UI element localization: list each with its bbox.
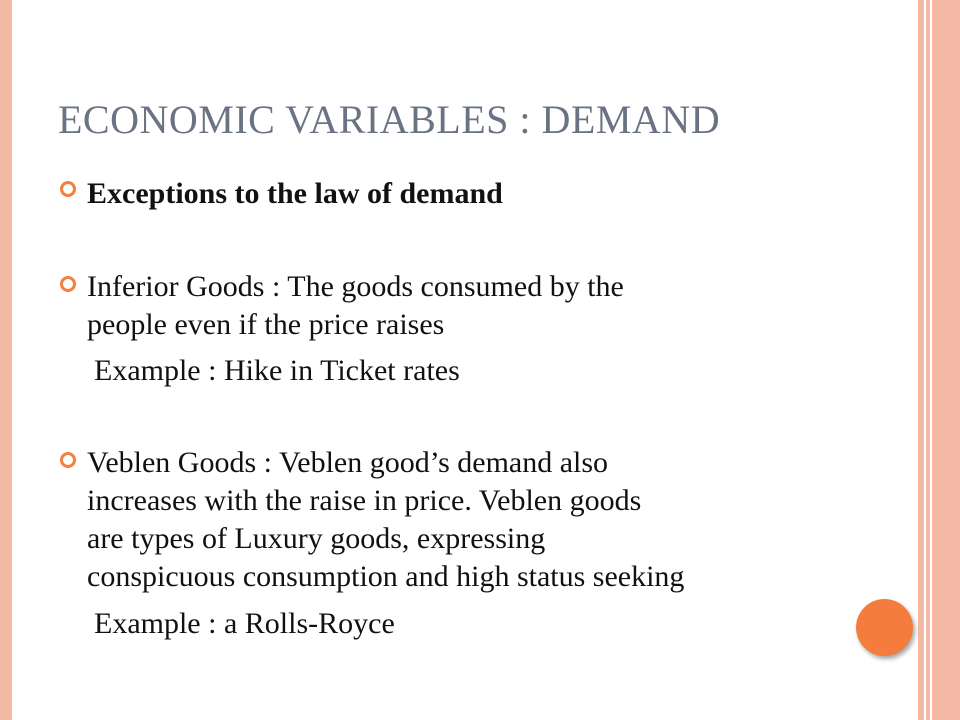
bullet-2-line-2: people even if the price raises [87, 308, 445, 341]
slide-title: ECONOMIC VARIABLES : DEMAND [58, 97, 721, 142]
border-line [924, 0, 926, 720]
bullet-3-line-1: Veblen Goods : Veblen good’s demand also [87, 446, 609, 479]
bullet-3-example: Example : a Rolls-Royce [94, 607, 395, 640]
bullet-2-line-1: Inferior Goods : The goods consumed by t… [87, 270, 624, 303]
bullet-icon [60, 181, 76, 197]
bullet-1-line-1: Exceptions to the law of demand [87, 177, 503, 210]
left-decorative-stripe [0, 0, 12, 720]
bullet-icon [60, 276, 76, 292]
bullet-icon [60, 452, 76, 468]
right-decorative-border [918, 0, 960, 720]
bullet-2-example: Example : Hike in Ticket rates [94, 354, 460, 387]
navigation-circle-button[interactable] [856, 599, 913, 656]
bullet-3-line-2: increases with the raise in price. Veble… [87, 484, 642, 517]
bullet-3-line-4: conspicuous consumption and high status … [87, 560, 685, 593]
bullet-3-line-3: are types of Luxury goods, expressing [87, 522, 546, 555]
border-line [930, 0, 932, 720]
